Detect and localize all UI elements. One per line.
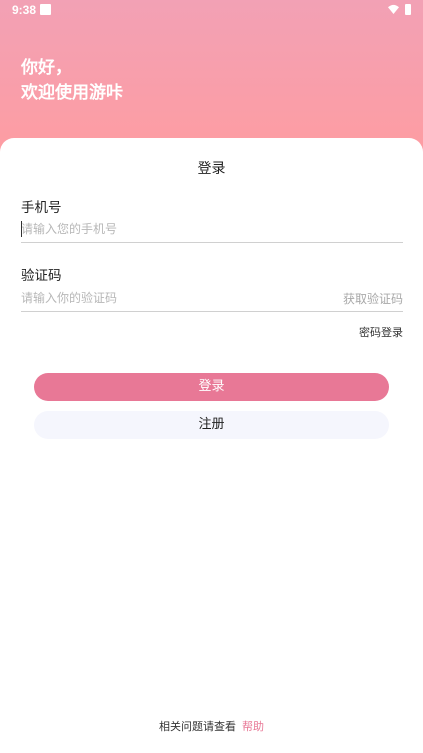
- phone-field: [21, 218, 403, 243]
- status-time: 9:38: [12, 3, 37, 17]
- get-code-button[interactable]: 获取验证码: [343, 290, 403, 307]
- phone-label: 手机号: [21, 200, 62, 216]
- code-input[interactable]: [21, 287, 321, 309]
- code-field: 获取验证码: [21, 287, 403, 312]
- greeting-line-1: 你好，: [21, 58, 72, 78]
- password-login-link[interactable]: 密码登录: [359, 324, 403, 340]
- greeting-line-2: 欢迎使用游咔: [21, 83, 123, 103]
- footer-text: 相关问题请查看: [159, 720, 236, 733]
- phone-input[interactable]: [21, 218, 321, 240]
- text-caret: [21, 221, 22, 237]
- help-link[interactable]: 帮助: [242, 720, 264, 733]
- footer: 相关问题请查看 帮助: [0, 718, 423, 734]
- page-title: 登录: [197, 161, 226, 177]
- login-card: 登录 手机号 验证码 获取验证码 密码登录 登录 注册: [0, 138, 423, 753]
- status-bar: 9:38: [0, 0, 423, 22]
- greeting: 你好， 欢迎使用游咔: [21, 56, 123, 106]
- login-button[interactable]: 登录: [34, 373, 389, 401]
- register-button[interactable]: 注册: [34, 411, 389, 439]
- notification-square-icon: [40, 4, 51, 15]
- code-label: 验证码: [21, 268, 62, 284]
- battery-icon: [405, 4, 411, 15]
- wifi-icon: [388, 4, 399, 14]
